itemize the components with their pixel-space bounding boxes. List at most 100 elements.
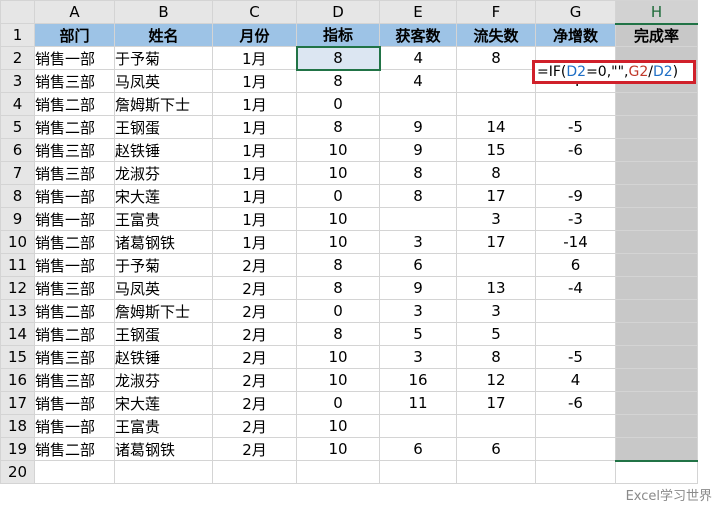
cell[interactable]: -5 bbox=[535, 345, 616, 369]
cell[interactable]: 3 bbox=[456, 299, 536, 323]
cell[interactable]: 销售一部 bbox=[34, 391, 115, 415]
cell[interactable]: 5 bbox=[456, 322, 536, 346]
cell[interactable]: 8 bbox=[296, 69, 380, 93]
cell[interactable] bbox=[535, 161, 616, 185]
header-cell[interactable]: 月份 bbox=[212, 23, 297, 47]
cell[interactable]: 8 bbox=[296, 253, 380, 277]
cell-completion-rate[interactable] bbox=[615, 414, 698, 438]
cell[interactable]: 17 bbox=[456, 391, 536, 415]
formula-edit-box[interactable]: =IF(D2=0,"",G2/D2) bbox=[532, 60, 696, 84]
cell[interactable]: 0 bbox=[296, 391, 380, 415]
cell[interactable]: 宋大莲 bbox=[114, 391, 213, 415]
cell[interactable]: 宋大莲 bbox=[114, 184, 213, 208]
cell-completion-rate[interactable] bbox=[615, 299, 698, 323]
row-header[interactable]: 16 bbox=[0, 368, 35, 392]
cell[interactable]: 赵铁锤 bbox=[114, 138, 213, 162]
cell[interactable]: 6 bbox=[379, 437, 457, 461]
cell[interactable]: 詹姆斯下士 bbox=[114, 299, 213, 323]
cell[interactable]: -14 bbox=[535, 230, 616, 254]
cell[interactable]: 10 bbox=[296, 414, 380, 438]
cell[interactable]: 8 bbox=[296, 115, 380, 139]
cell-completion-rate[interactable] bbox=[615, 322, 698, 346]
cell[interactable] bbox=[456, 253, 536, 277]
cell[interactable] bbox=[535, 460, 616, 484]
cell[interactable]: 10 bbox=[296, 368, 380, 392]
cell[interactable]: 10 bbox=[296, 437, 380, 461]
cell[interactable]: 销售一部 bbox=[34, 253, 115, 277]
cell[interactable]: 8 bbox=[456, 161, 536, 185]
cell[interactable]: 销售二部 bbox=[34, 230, 115, 254]
row-header[interactable]: 14 bbox=[0, 322, 35, 346]
row-header[interactable]: 3 bbox=[0, 69, 35, 93]
cell[interactable]: 2月 bbox=[212, 276, 297, 300]
cell[interactable] bbox=[379, 414, 457, 438]
cell-completion-rate[interactable] bbox=[615, 207, 698, 231]
column-header-c[interactable]: C bbox=[212, 0, 297, 24]
cell[interactable]: 3 bbox=[379, 299, 457, 323]
cell[interactable] bbox=[34, 460, 115, 484]
cell-completion-rate[interactable] bbox=[615, 92, 698, 116]
cell[interactable]: 1月 bbox=[212, 161, 297, 185]
column-header-d[interactable]: D bbox=[296, 0, 380, 24]
cell[interactable]: 17 bbox=[456, 184, 536, 208]
column-header-h[interactable]: H bbox=[615, 0, 698, 25]
cell[interactable]: 1月 bbox=[212, 46, 297, 70]
cell[interactable] bbox=[456, 92, 536, 116]
cell[interactable]: 8 bbox=[379, 184, 457, 208]
cell[interactable]: 10 bbox=[296, 345, 380, 369]
header-cell[interactable]: 部门 bbox=[34, 23, 115, 47]
header-cell[interactable]: 指标 bbox=[296, 23, 380, 47]
header-cell[interactable]: 完成率 bbox=[615, 23, 698, 47]
cell[interactable]: 诸葛钢铁 bbox=[114, 230, 213, 254]
cell-completion-rate[interactable] bbox=[615, 115, 698, 139]
cell[interactable]: 10 bbox=[296, 161, 380, 185]
column-header-f[interactable]: F bbox=[456, 0, 536, 24]
cell[interactable]: 8 bbox=[379, 161, 457, 185]
cell[interactable]: 销售三部 bbox=[34, 368, 115, 392]
cell-completion-rate[interactable] bbox=[615, 437, 698, 462]
cell[interactable] bbox=[535, 414, 616, 438]
cell[interactable]: 王富贵 bbox=[114, 207, 213, 231]
cell[interactable] bbox=[379, 92, 457, 116]
cell[interactable]: 王钢蛋 bbox=[114, 322, 213, 346]
cell[interactable]: 0 bbox=[296, 299, 380, 323]
cell[interactable]: 9 bbox=[379, 138, 457, 162]
cell[interactable]: 销售二部 bbox=[34, 115, 115, 139]
cell[interactable]: -5 bbox=[535, 115, 616, 139]
header-cell[interactable]: 净增数 bbox=[535, 23, 616, 47]
cell[interactable]: 6 bbox=[456, 437, 536, 461]
cell[interactable]: 王富贵 bbox=[114, 414, 213, 438]
row-header[interactable]: 20 bbox=[0, 460, 35, 484]
cell[interactable]: 6 bbox=[535, 253, 616, 277]
row-header[interactable]: 12 bbox=[0, 276, 35, 300]
cell[interactable]: 销售二部 bbox=[34, 437, 115, 461]
cell[interactable]: 3 bbox=[379, 230, 457, 254]
cell[interactable]: 15 bbox=[456, 138, 536, 162]
cell-completion-rate[interactable] bbox=[615, 138, 698, 162]
cell[interactable]: 于予菊 bbox=[114, 253, 213, 277]
column-header-g[interactable]: G bbox=[535, 0, 616, 24]
cell[interactable] bbox=[296, 460, 380, 484]
cell-completion-rate[interactable] bbox=[615, 230, 698, 254]
cell[interactable]: -3 bbox=[535, 207, 616, 231]
cell[interactable]: 12 bbox=[456, 368, 536, 392]
cell-completion-rate[interactable] bbox=[615, 368, 698, 392]
cell[interactable]: -6 bbox=[535, 391, 616, 415]
cell[interactable]: 8 bbox=[456, 345, 536, 369]
cell[interactable]: 2月 bbox=[212, 322, 297, 346]
cell[interactable]: 销售一部 bbox=[34, 414, 115, 438]
cell[interactable]: -4 bbox=[535, 276, 616, 300]
select-all-corner[interactable] bbox=[0, 0, 35, 24]
cell[interactable]: 11 bbox=[379, 391, 457, 415]
cell[interactable]: 销售二部 bbox=[34, 92, 115, 116]
cell[interactable]: 销售二部 bbox=[34, 299, 115, 323]
cell[interactable]: 10 bbox=[296, 207, 380, 231]
cell-completion-rate[interactable] bbox=[615, 184, 698, 208]
cell[interactable]: 销售三部 bbox=[34, 345, 115, 369]
cell[interactable]: -9 bbox=[535, 184, 616, 208]
cell-completion-rate[interactable] bbox=[615, 253, 698, 277]
cell-completion-rate[interactable] bbox=[615, 391, 698, 415]
header-cell[interactable]: 姓名 bbox=[114, 23, 213, 47]
cell[interactable]: 9 bbox=[379, 276, 457, 300]
row-header[interactable]: 10 bbox=[0, 230, 35, 254]
